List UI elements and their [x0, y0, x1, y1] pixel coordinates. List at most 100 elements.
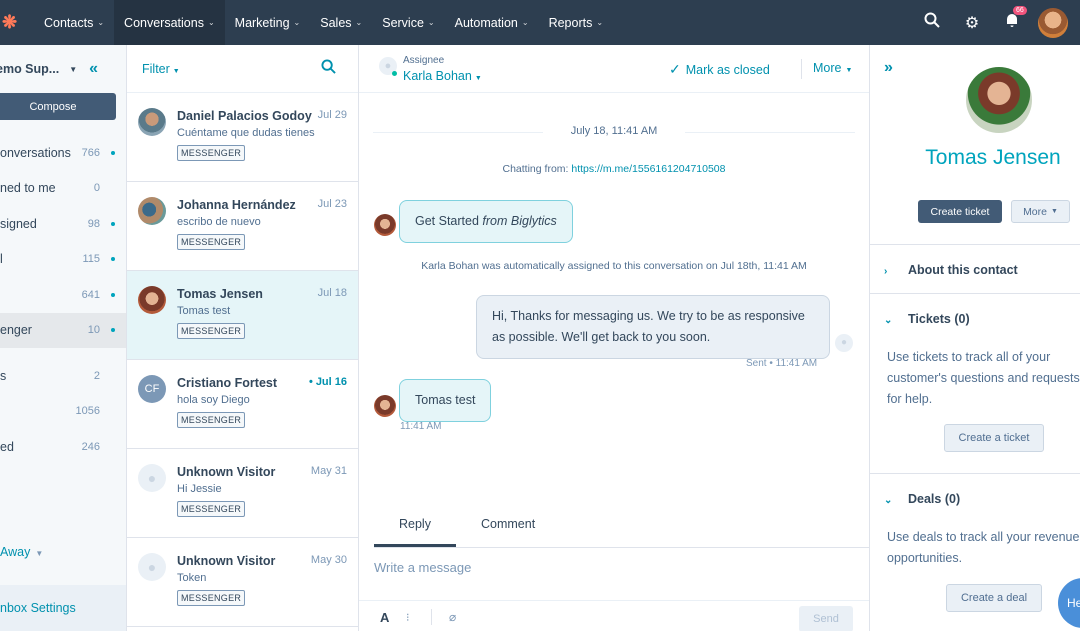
conversation-item[interactable]: ● Unknown Visitor May 30 Token MESSENGER	[127, 538, 358, 627]
view-messenger[interactable]: enger 10	[0, 312, 126, 348]
compose-button[interactable]: Compose	[0, 93, 116, 120]
inbox-settings-link[interactable]: nbox Settings	[0, 585, 126, 631]
message-timestamp: 11:41 AM	[400, 421, 442, 432]
view-count: 0	[93, 182, 100, 195]
create-ticket-button[interactable]: Create ticket	[918, 200, 1002, 223]
bell-icon[interactable]: 66	[992, 6, 1032, 33]
view-label: onversations	[0, 145, 71, 160]
about-contact-toggle[interactable]: › About this contact	[884, 263, 1018, 277]
channel-tag: MESSENGER	[177, 323, 246, 339]
nav-automation[interactable]: Automation ⌄	[445, 0, 539, 45]
search-icon[interactable]	[321, 58, 336, 79]
view-forms[interactable]: s2	[0, 358, 126, 394]
inbox-header[interactable]: emo Sup... ▼ «	[0, 45, 126, 93]
assignee-dropdown[interactable]: Karla Bohan ▼	[403, 69, 482, 83]
send-button[interactable]: Send	[799, 606, 853, 631]
view-label: l	[0, 252, 3, 267]
assignee-label: Assignee	[403, 55, 445, 66]
view-email[interactable]: l 115	[0, 242, 126, 278]
search-icon[interactable]	[912, 12, 952, 33]
channel-tag: MESSENGER	[177, 412, 246, 428]
view-unassigned[interactable]: signed 98	[0, 206, 126, 242]
chevron-down-icon: ⌄	[884, 495, 893, 506]
nav-label: Reports	[548, 15, 593, 30]
view-label: ed	[0, 439, 14, 454]
view-count: 641	[81, 288, 100, 301]
view-sent[interactable]: 1056	[0, 394, 126, 430]
nav-sales[interactable]: Sales ⌄	[310, 0, 372, 45]
availability-label: Away	[0, 545, 31, 559]
chevron-down-icon: ⌄	[427, 18, 435, 27]
incoming-message: Get Started from Biglytics	[399, 200, 573, 243]
view-all-conversations[interactable]: onversations 766	[0, 135, 126, 171]
contact-avatar	[374, 214, 396, 236]
view-label: ned to me	[0, 181, 56, 196]
user-avatar[interactable]	[1038, 7, 1068, 38]
inbox-name[interactable]: emo Sup...	[0, 62, 59, 76]
contact-name: Cristiano Fortest	[177, 376, 278, 390]
unread-dot	[111, 292, 115, 297]
mark-as-closed-button[interactable]: ✓ Mark as closed	[669, 61, 770, 78]
message-preview: hola soy Diego	[177, 394, 250, 406]
message-preview: Hi Jessie	[177, 483, 222, 495]
message-input[interactable]: Write a message	[374, 560, 471, 575]
deals-description: Use deals to track all your revenue oppo…	[887, 530, 1080, 565]
tickets-section: ⌄ Tickets (0) Use tickets to track all of…	[870, 293, 1080, 473]
view-count: 766	[81, 146, 100, 159]
nav-conversations[interactable]: Conversations ⌄	[114, 0, 225, 45]
snippets-icon[interactable]: ⁝	[406, 611, 410, 624]
gear-icon[interactable]: ⚙	[952, 13, 992, 33]
availability-toggle[interactable]: Away ▼	[0, 545, 43, 559]
tickets-toggle[interactable]: ⌄ Tickets (0)	[884, 312, 970, 326]
text-format-icon[interactable]: A	[380, 610, 389, 625]
conversation-item-selected[interactable]: Tomas Jensen Jul 18 Tomas test MESSENGER	[127, 271, 358, 360]
conversation-item[interactable]: Daniel Palacios Godoy Jul 29 Cuéntame qu…	[127, 93, 358, 182]
hubspot-sprocket-icon[interactable]: ❋	[2, 12, 22, 33]
tickets-description: Use tickets to track all of your custome…	[887, 350, 1080, 406]
tab-comment[interactable]: Comment	[481, 517, 535, 531]
unread-dot	[111, 221, 115, 226]
create-a-ticket-button[interactable]: Create a ticket	[944, 424, 1044, 452]
view-label: signed	[0, 216, 37, 231]
conversation-list: Filter ▼ Daniel Palacios Godoy Jul 29 Cué…	[127, 45, 359, 631]
nav-contacts[interactable]: Contacts ⌄	[34, 0, 114, 45]
message-source: from Biglytics	[482, 214, 557, 228]
conversation-thread: ● Assignee Karla Bohan ▼ ✓ Mark as closed …	[359, 45, 869, 631]
expand-panel-icon[interactable]: »	[884, 59, 893, 77]
more-dropdown[interactable]: More ▼	[1011, 200, 1070, 223]
channel-tag: MESSENGER	[177, 501, 246, 517]
message-preview: escribo de nuevo	[177, 216, 261, 228]
nav-label: Service	[382, 15, 424, 30]
attachment-icon[interactable]: ⌀	[449, 610, 456, 624]
conversation-item[interactable]: ● Unknown Visitor May 31 Hi Jessie MESSE…	[127, 449, 358, 538]
nav-reports[interactable]: Reports ⌄	[539, 0, 613, 45]
unread-dot	[111, 150, 115, 155]
message-timestamp: Sent • 11:41 AM	[746, 358, 818, 369]
chatting-from: Chatting from: https://m.me/155616120471…	[359, 163, 869, 175]
contact-name[interactable]: Tomas Jensen	[870, 146, 1080, 170]
deals-toggle[interactable]: ⌄ Deals (0)	[884, 492, 960, 506]
nav-marketing[interactable]: Marketing ⌄	[225, 0, 311, 45]
filter-dropdown[interactable]: Filter ▼	[142, 62, 180, 76]
contact-avatar	[138, 108, 166, 136]
nav-service[interactable]: Service ⌄	[372, 0, 444, 45]
message-preview: Tomas test	[177, 305, 231, 317]
view-chat[interactable]: 641	[0, 277, 126, 313]
section-title: Tickets (0)	[908, 312, 970, 326]
create-a-deal-button[interactable]: Create a deal	[946, 584, 1042, 612]
tab-reply[interactable]: Reply	[374, 517, 456, 547]
unread-dot	[111, 257, 115, 262]
conversation-date: Jul 23	[317, 198, 347, 210]
conversation-date: Jul 16	[309, 376, 347, 388]
view-closed[interactable]: ed 246	[0, 429, 126, 465]
caret-down-icon[interactable]: ▼	[69, 65, 77, 74]
more-label: More	[1023, 205, 1047, 218]
view-label: enger	[0, 323, 32, 338]
collapse-sidebar-icon[interactable]: «	[89, 60, 98, 78]
conversation-item[interactable]: Johanna Hernández Jul 23 escribo de nuev…	[127, 182, 358, 271]
view-count: 1056	[75, 405, 100, 418]
conversation-item[interactable]: CF Cristiano Fortest Jul 16 hola soy Die…	[127, 360, 358, 449]
more-dropdown[interactable]: More ▼	[813, 61, 852, 75]
chatting-from-link[interactable]: https://m.me/1556161204710508	[571, 163, 725, 175]
view-assigned-to-me[interactable]: ned to me 0	[0, 171, 126, 207]
